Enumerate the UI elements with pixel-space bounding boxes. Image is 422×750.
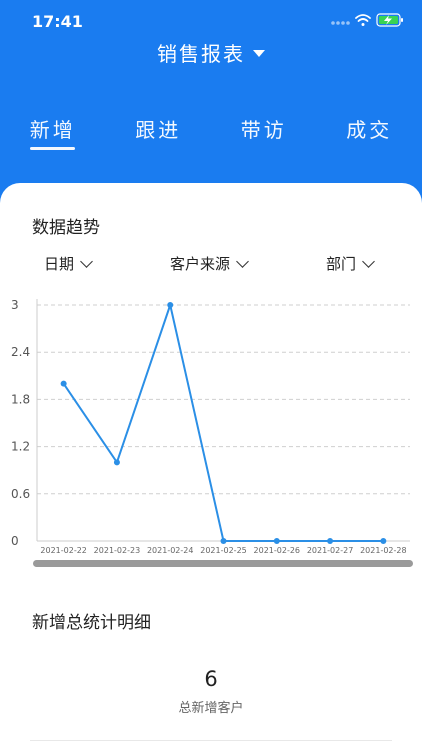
status-time: 17:41 <box>32 12 83 31</box>
tab-new[interactable]: 新增 <box>0 108 106 152</box>
filter-department-label: 部门 <box>326 255 357 273</box>
data-point <box>220 538 227 544</box>
filter-source[interactable]: 客户来源 <box>170 253 249 274</box>
chevron-down-icon <box>362 254 375 268</box>
caret-down-icon <box>253 49 265 57</box>
filter-bar: 日期 客户来源 部门 <box>0 253 422 281</box>
data-point <box>113 459 120 466</box>
y-tick-label: 0 <box>11 534 19 548</box>
y-tick-label: 0.6 <box>11 487 30 501</box>
detail-card: 新增总统计明细 6 总新增客户 <box>0 583 422 750</box>
x-tick-label: 2021-02-28 <box>360 546 407 555</box>
filter-date-label: 日期 <box>44 255 75 273</box>
chart-scrollbar[interactable] <box>33 560 413 567</box>
x-tick-label: 2021-02-22 <box>40 546 87 555</box>
x-tick-label: 2021-02-23 <box>94 546 141 555</box>
y-tick-label: 3 <box>11 298 19 312</box>
tab-visit[interactable]: 带访 <box>211 108 317 152</box>
trend-section-title: 数据趋势 <box>32 218 100 238</box>
chevron-down-icon <box>80 254 93 268</box>
data-point <box>327 538 334 544</box>
battery-charging-icon <box>376 13 403 27</box>
status-icons <box>330 12 406 32</box>
chevron-down-icon <box>236 254 249 268</box>
page-title: 销售报表 <box>157 41 245 66</box>
x-tick-label: 2021-02-27 <box>307 546 354 555</box>
data-point <box>273 538 280 544</box>
tab-follow-up[interactable]: 跟进 <box>106 108 212 152</box>
tab-bar: 新增 跟进 带访 成交 <box>0 108 422 152</box>
data-point <box>380 538 387 544</box>
wifi-icon <box>355 14 371 26</box>
trend-chart: 0 0.6 1.2 1.8 2.4 3 2021-02-22 2021-02-23 2021-0… <box>0 293 422 573</box>
filter-department[interactable]: 部门 <box>326 253 375 274</box>
x-tick-label: 2021-02-25 <box>200 546 247 555</box>
signal-icon <box>331 21 350 25</box>
filter-source-label: 客户来源 <box>170 255 231 273</box>
data-point <box>60 380 67 387</box>
y-tick-label: 1.8 <box>11 392 30 406</box>
series-line <box>62 304 384 542</box>
y-tick-label: 2.4 <box>11 345 30 359</box>
x-tick-label: 2021-02-24 <box>147 546 194 555</box>
x-tick-label: 2021-02-26 <box>254 546 301 555</box>
data-point <box>167 302 174 308</box>
tab-deal[interactable]: 成交 <box>317 108 422 152</box>
detail-section-title: 新增总统计明细 <box>32 613 151 633</box>
filter-date[interactable]: 日期 <box>44 253 93 274</box>
total-new-label: 总新增客户 <box>178 701 244 716</box>
trend-chart-svg: 0 0.6 1.2 1.8 2.4 3 2021-02-22 2021-02-23 2021-0… <box>11 298 413 567</box>
y-tick-label: 1.2 <box>11 440 30 454</box>
total-new-value: 6 <box>204 667 218 691</box>
title-dropdown[interactable]: 销售报表 <box>0 36 422 68</box>
divider <box>30 740 392 741</box>
